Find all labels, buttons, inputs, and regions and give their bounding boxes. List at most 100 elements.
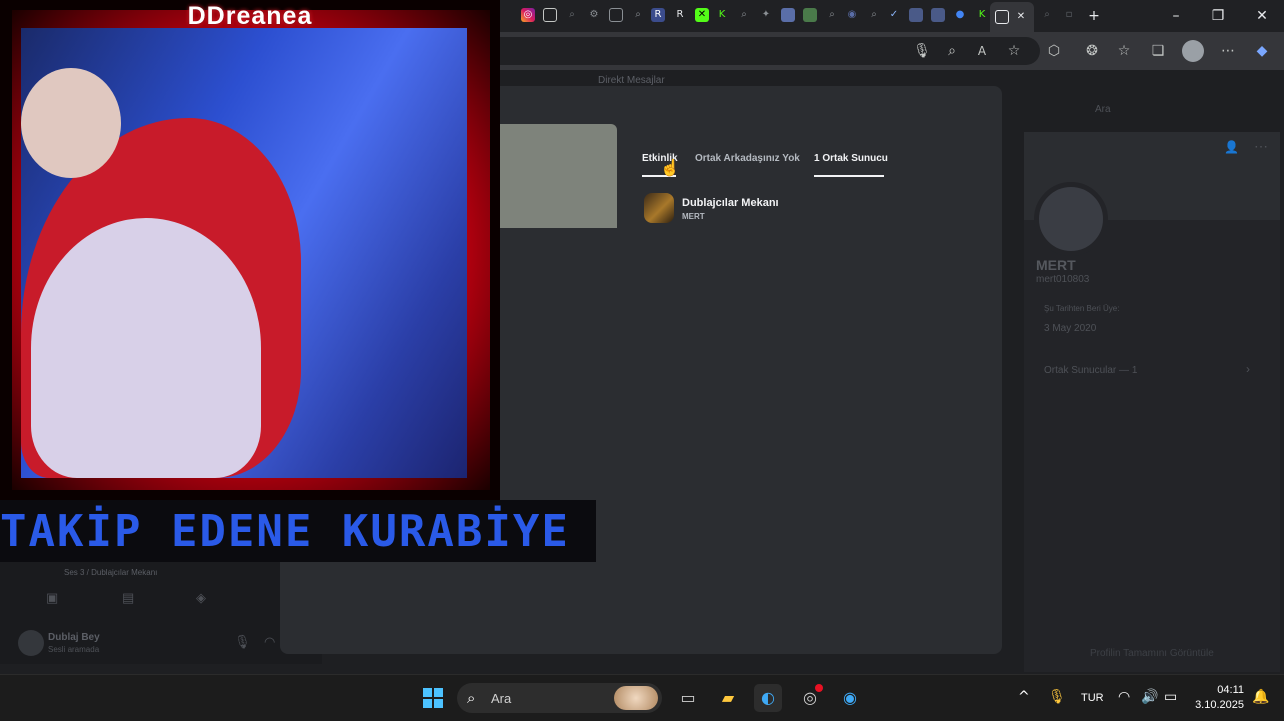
taskbar-search[interactable]: ⌕ Ara: [457, 683, 662, 713]
notification-bell-icon[interactable]: 🔔: [1252, 689, 1269, 705]
tab-icon[interactable]: [803, 8, 817, 22]
profile-avatar[interactable]: [1034, 182, 1108, 256]
mutual-servers-link[interactable]: Ortak Sunucular — 1: [1044, 365, 1137, 376]
microphone-icon[interactable]: 🎙: [1048, 689, 1066, 705]
read-aloud-icon[interactable]: A: [972, 41, 992, 61]
profile-banner: [500, 124, 617, 228]
k-icon[interactable]: K: [715, 8, 729, 22]
search-highlight-image: [614, 686, 658, 710]
discord-search-input[interactable]: Ara: [1095, 104, 1111, 115]
clock-time[interactable]: 04:11: [1196, 684, 1244, 696]
microphone-icon[interactable]: 🎙: [234, 634, 251, 650]
favorites-icon[interactable]: ☆: [1114, 41, 1134, 61]
tab-icon[interactable]: [909, 8, 923, 22]
browser-tab-bar: ◎ ⌕ ⚙ ⌕ R R ✕ K ⌕ ✦ ⌕ ◉ ⌕ ✓ ● K ✕ ⌕ ▫ + …: [500, 0, 1284, 32]
collections-icon[interactable]: ❏: [1148, 41, 1168, 61]
close-tab-icon[interactable]: ✕: [1014, 10, 1028, 24]
tab-icon[interactable]: [609, 8, 623, 22]
check-icon[interactable]: ✓: [887, 8, 901, 22]
microphone-icon[interactable]: 🎙: [912, 41, 932, 61]
language-indicator[interactable]: TUR: [1081, 692, 1104, 704]
chevron-up-icon[interactable]: ^: [1018, 689, 1030, 705]
battery-icon[interactable]: ▭: [1164, 689, 1177, 705]
webcam-subject-body: [31, 218, 261, 478]
r-icon[interactable]: R: [673, 8, 687, 22]
view-full-profile-link[interactable]: Profilin Tamamını Görüntüle: [1090, 648, 1214, 659]
zoom-icon[interactable]: ⌕: [942, 41, 962, 61]
overlay-banner-text: TAKİP EDENE KURABİYE: [0, 506, 570, 557]
volume-icon[interactable]: 🔊: [1141, 689, 1158, 705]
x-icon[interactable]: ✕: [695, 8, 709, 22]
search-icon[interactable]: ⌕: [631, 8, 645, 22]
search-icon[interactable]: ⌕: [825, 8, 839, 22]
address-bar[interactable]: 🎙 ⌕ A ☆: [500, 37, 1040, 65]
search-icon[interactable]: ⌕: [867, 8, 881, 22]
tab-icon[interactable]: [781, 8, 795, 22]
stream-overlay: DDreanea: [0, 0, 500, 500]
search-icon: ⌕: [467, 689, 476, 707]
task-view-icon[interactable]: ▭: [674, 684, 702, 712]
tab-icon[interactable]: [543, 8, 557, 22]
user-panel-status: Sesli aramada: [48, 645, 100, 654]
search-icon[interactable]: ⌕: [565, 8, 579, 22]
clock-date[interactable]: 3.10.2025: [1186, 699, 1244, 711]
close-window-button[interactable]: ✕: [1252, 6, 1272, 26]
user-profile-panel: 👤 ⋯ MERT mert010803 Şu Tarihten Beri Üye…: [1024, 132, 1280, 672]
more-menu-icon[interactable]: ⋯: [1218, 41, 1238, 61]
mouse-cursor-icon: ☝: [660, 160, 680, 177]
profile-username: mert010803: [1036, 274, 1090, 285]
video-icon[interactable]: ▣: [46, 590, 58, 606]
user-panel-name: Dublaj Bey: [48, 632, 100, 643]
more-options-icon[interactable]: ⋯: [1254, 138, 1268, 155]
edge-icon[interactable]: ◐: [754, 684, 782, 712]
tab-icon[interactable]: ▫: [1062, 8, 1076, 22]
profile-avatar-icon[interactable]: [1182, 40, 1204, 62]
browser-toolbar: 🎙 ⌕ A ☆ ⬡ ❂ ☆ ❏ ⋯ ◆: [500, 32, 1284, 70]
file-explorer-icon[interactable]: ▰: [714, 684, 742, 712]
profile-display-name: MERT: [1036, 257, 1076, 273]
restore-button[interactable]: ❐: [1208, 6, 1228, 26]
start-button[interactable]: [423, 688, 443, 708]
active-tab[interactable]: ✕: [990, 2, 1034, 32]
tab-mutual-servers[interactable]: 1 Ortak Sunucu: [814, 153, 888, 164]
voice-connection-panel: Ses 3 / Dublajcılar Mekanı ▣ ▤ ◈ Dublaj …: [0, 550, 322, 664]
tab-icon[interactable]: [931, 8, 945, 22]
activity-icon[interactable]: ◈: [196, 590, 206, 606]
instagram-icon[interactable]: ◎: [521, 8, 535, 22]
copilot-icon[interactable]: ◆: [1252, 41, 1272, 61]
avatar[interactable]: [18, 630, 44, 656]
app-icon[interactable]: ◉: [836, 684, 864, 712]
taskbar: ⌕ Ara ▭ ▰ ◐ ◎ ◉ ^ 🎙 TUR ◠ 🔊 ▭ 04:11 3.10…: [0, 674, 1284, 721]
voice-channel-label[interactable]: Ses 3 / Dublajcılar Mekanı: [64, 568, 157, 577]
wifi-icon[interactable]: ◠: [1118, 689, 1130, 705]
puzzle-icon[interactable]: ✦: [759, 8, 773, 22]
direct-messages-label[interactable]: Direkt Mesajlar: [598, 75, 665, 86]
server-icon: [644, 193, 674, 223]
minimize-button[interactable]: –: [1166, 6, 1186, 26]
chevron-right-icon[interactable]: ›: [1246, 362, 1250, 376]
headphones-icon[interactable]: ◠: [264, 634, 275, 650]
tab-icon: [995, 10, 1009, 24]
member-since-date: 3 May 2020: [1044, 323, 1097, 334]
search-icon[interactable]: ⌕: [737, 8, 751, 22]
webcam-feed: [21, 28, 467, 478]
new-tab-button[interactable]: +: [1084, 6, 1104, 26]
server-name: Dublajcılar Mekanı: [682, 197, 779, 209]
notification-dot: [815, 684, 823, 692]
extensions-icon[interactable]: ⬡: [1044, 41, 1064, 61]
webcam-subject-head: [21, 68, 121, 178]
k-icon[interactable]: K: [975, 8, 989, 22]
circle-icon[interactable]: ◉: [845, 8, 859, 22]
circle-icon[interactable]: ●: [953, 8, 967, 22]
r-icon[interactable]: R: [651, 8, 665, 22]
tab-mutual-friends[interactable]: Ortak Arkadaşınız Yok: [695, 153, 800, 164]
add-friend-icon[interactable]: 👤: [1224, 140, 1239, 154]
settings-icon[interactable]: ⚙: [587, 8, 601, 22]
performance-icon[interactable]: ❂: [1082, 41, 1102, 61]
member-since-label: Şu Tarihten Beri Üye:: [1044, 304, 1120, 313]
search-icon[interactable]: ⌕: [1040, 8, 1054, 22]
screen-share-icon[interactable]: ▤: [122, 590, 134, 606]
favorite-star-icon[interactable]: ☆: [1004, 41, 1024, 61]
overlay-banner: TAKİP EDENE KURABİYE: [0, 500, 596, 562]
tab-mutual-servers-underline: [814, 175, 884, 177]
